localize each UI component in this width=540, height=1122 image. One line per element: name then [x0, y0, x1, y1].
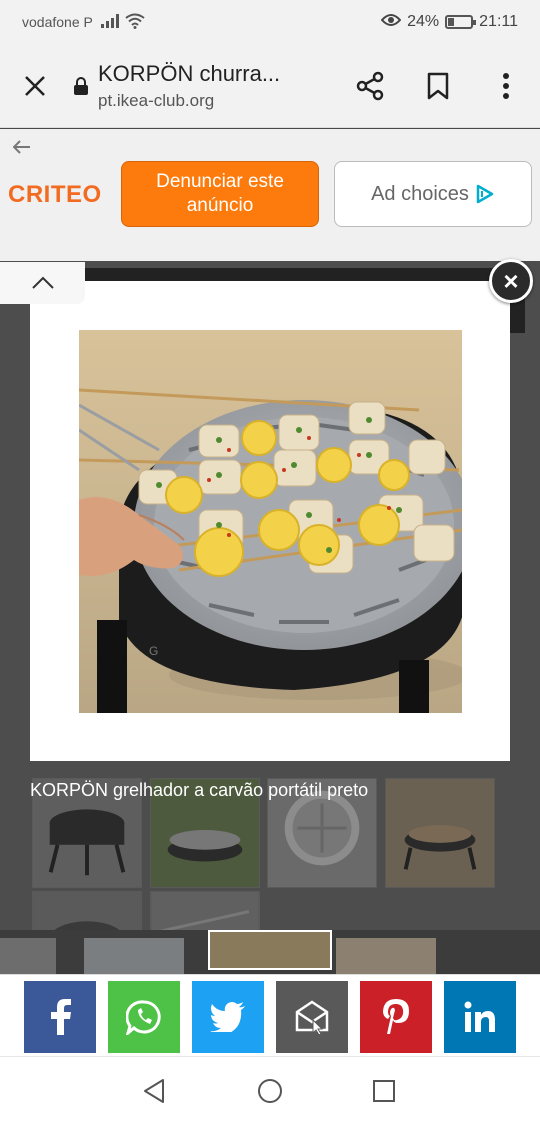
wifi-icon [125, 13, 145, 32]
pinterest-icon [383, 999, 409, 1034]
collapse-ad-button[interactable] [0, 262, 85, 304]
ad-banner: CRITEO Denunciar este anúncio Ad choices [0, 129, 540, 261]
address-area[interactable]: KORPÖN churra... pt.ikea-club.org [98, 61, 336, 111]
close-tab-button[interactable] [0, 44, 70, 128]
share-facebook-button[interactable] [24, 981, 96, 1053]
product-photo: G [79, 330, 462, 713]
share-linkedin-button[interactable] [444, 981, 516, 1053]
signal-icon [100, 13, 121, 31]
page-url: pt.ikea-club.org [98, 90, 215, 110]
svg-text:G: G [149, 644, 158, 658]
carousel-thumbnail-active[interactable] [208, 930, 332, 970]
status-bar: vodafone P 24% 21:11 [0, 0, 540, 44]
email-icon [295, 1000, 329, 1034]
image-carousel [0, 930, 540, 974]
close-icon: × [503, 265, 519, 296]
share-email-button[interactable] [276, 981, 348, 1053]
share-pinterest-button[interactable] [360, 981, 432, 1053]
more-menu-button[interactable] [472, 44, 540, 128]
share-bar [0, 974, 540, 1056]
bookmark-button[interactable] [404, 44, 472, 128]
whatsapp-icon [126, 1000, 161, 1035]
share-whatsapp-button[interactable] [108, 981, 180, 1053]
system-nav-bar [0, 1056, 540, 1122]
more-vertical-icon [503, 72, 509, 99]
ad-choices-label: Ad choices [371, 182, 469, 205]
carousel-thumbnail[interactable] [336, 938, 436, 974]
image-lightbox: G [30, 281, 510, 761]
clock: 21:11 [479, 13, 518, 30]
chevron-up-icon [31, 276, 54, 289]
page-title: KORPÖN churra... [98, 60, 281, 86]
arrow-left-icon [13, 140, 30, 154]
facebook-icon [51, 999, 71, 1035]
bookmark-icon [427, 72, 449, 99]
ad-choices-button[interactable]: Ad choices [334, 161, 532, 227]
square-recents-icon [373, 1080, 395, 1102]
lock-icon [70, 76, 92, 96]
carousel-thumbnail[interactable] [0, 938, 56, 974]
close-icon [25, 75, 45, 96]
battery-percent: 24% [407, 13, 440, 30]
linkedin-icon [464, 1001, 495, 1032]
nav-back-button[interactable] [136, 1073, 172, 1109]
adchoices-icon [476, 184, 494, 204]
lightbox-close-button[interactable]: × [489, 259, 533, 303]
browser-toolbar: KORPÖN churra... pt.ikea-club.org [0, 44, 540, 128]
twitter-icon [210, 1002, 245, 1032]
share-twitter-button[interactable] [192, 981, 264, 1053]
criteo-logo[interactable]: CRITEO [8, 181, 102, 209]
report-ad-button[interactable]: Denunciar este anúncio [121, 161, 319, 227]
share-button[interactable] [336, 44, 404, 128]
nav-recents-button[interactable] [366, 1073, 402, 1109]
carousel-thumbnail[interactable] [84, 938, 184, 974]
carrier-name: vodafone P [22, 14, 93, 30]
share-icon [356, 71, 384, 100]
circle-home-icon [258, 1079, 282, 1103]
battery-icon [445, 15, 477, 29]
image-caption: KORPÖN grelhador a carvão portátil preto [30, 780, 369, 800]
ad-back-button[interactable] [10, 137, 34, 157]
eye-icon [380, 13, 402, 32]
triangle-back-icon [144, 1079, 164, 1103]
nav-home-button[interactable] [252, 1073, 288, 1109]
